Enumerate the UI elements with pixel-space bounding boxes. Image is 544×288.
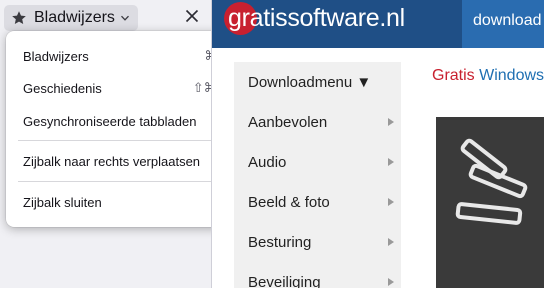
menu-item-history[interactable]: Geschiedenis ⇧⌘H xyxy=(6,74,242,102)
chevron-right-icon xyxy=(381,118,401,126)
nav-item-beveiliging[interactable]: Beveiliging xyxy=(234,262,401,288)
menu-item-label: Zijbalk sluiten xyxy=(23,194,102,210)
page-heading: Gratis Windows xyxy=(432,67,544,85)
nav-item-audio[interactable]: Audio xyxy=(234,142,401,182)
menu-item-label: Bladwijzers xyxy=(23,48,89,64)
star-icon xyxy=(10,9,28,27)
menu-item-label: Geschiedenis xyxy=(23,80,102,96)
menu-item-move-sidebar-right[interactable]: Zijbalk naar rechts verplaatsen xyxy=(6,147,242,175)
page-heading-part2: Windows xyxy=(479,67,544,84)
menu-item-synced-tabs[interactable]: Gesynchroniseerde tabbladen xyxy=(6,107,242,135)
nav-item-label: Aanbevolen xyxy=(248,113,328,131)
sidebar-panel: Bladwijzers Bladwijzers ⌘B Geschiedenis … xyxy=(0,0,242,288)
download-tab-label[interactable]: download xyxy=(473,12,542,30)
page-heading-part1: Gratis xyxy=(432,67,475,84)
chevron-right-icon xyxy=(381,198,401,206)
chevron-right-icon xyxy=(381,278,401,286)
nav-item-label: Audio xyxy=(248,153,287,171)
sidebar-switcher-label: Bladwijzers xyxy=(34,9,115,26)
menu-item-close-sidebar[interactable]: Zijbalk sluiten xyxy=(6,188,242,216)
chalkboard-image xyxy=(436,117,544,288)
nav-item-aanbevolen[interactable]: Aanbevolen xyxy=(234,102,401,142)
chevron-right-icon xyxy=(381,158,401,166)
nav-item-label: Downloadmenu ▼ xyxy=(248,73,372,91)
web-content: gratissoftware.nl download Downloadmenu … xyxy=(212,0,544,288)
nav-item-downloadmenu[interactable]: Downloadmenu ▼ xyxy=(234,62,401,102)
nav-item-label: Beeld & foto xyxy=(248,193,330,211)
close-icon xyxy=(185,9,199,28)
sidebar-switcher-menu: Bladwijzers ⌘B Geschiedenis ⇧⌘H Gesynchr… xyxy=(6,31,242,227)
menu-item-label: Zijbalk naar rechts verplaatsen xyxy=(23,153,201,169)
menu-item-label: Gesynchroniseerde tabbladen xyxy=(23,113,197,129)
sidebar-switcher-button[interactable]: Bladwijzers xyxy=(4,5,138,31)
menu-item-bookmarks[interactable]: Bladwijzers ⌘B xyxy=(6,42,242,70)
nav-item-label: Besturing xyxy=(248,233,312,251)
chevron-right-icon xyxy=(381,238,401,246)
nav-item-beeld-foto[interactable]: Beeld & foto xyxy=(234,182,401,222)
close-sidebar-button[interactable] xyxy=(180,6,204,30)
chevron-down-icon xyxy=(120,13,130,23)
site-logo[interactable]: gratissoftware.nl xyxy=(228,4,405,33)
category-nav: Downloadmenu ▼ Aanbevolen Audio Beeld & … xyxy=(234,62,401,288)
site-header: gratissoftware.nl download xyxy=(212,0,544,48)
menu-separator xyxy=(18,181,238,182)
menu-separator xyxy=(18,140,238,141)
nav-item-label: Beveiliging xyxy=(248,273,321,288)
nav-item-besturing[interactable]: Besturing xyxy=(234,222,401,262)
